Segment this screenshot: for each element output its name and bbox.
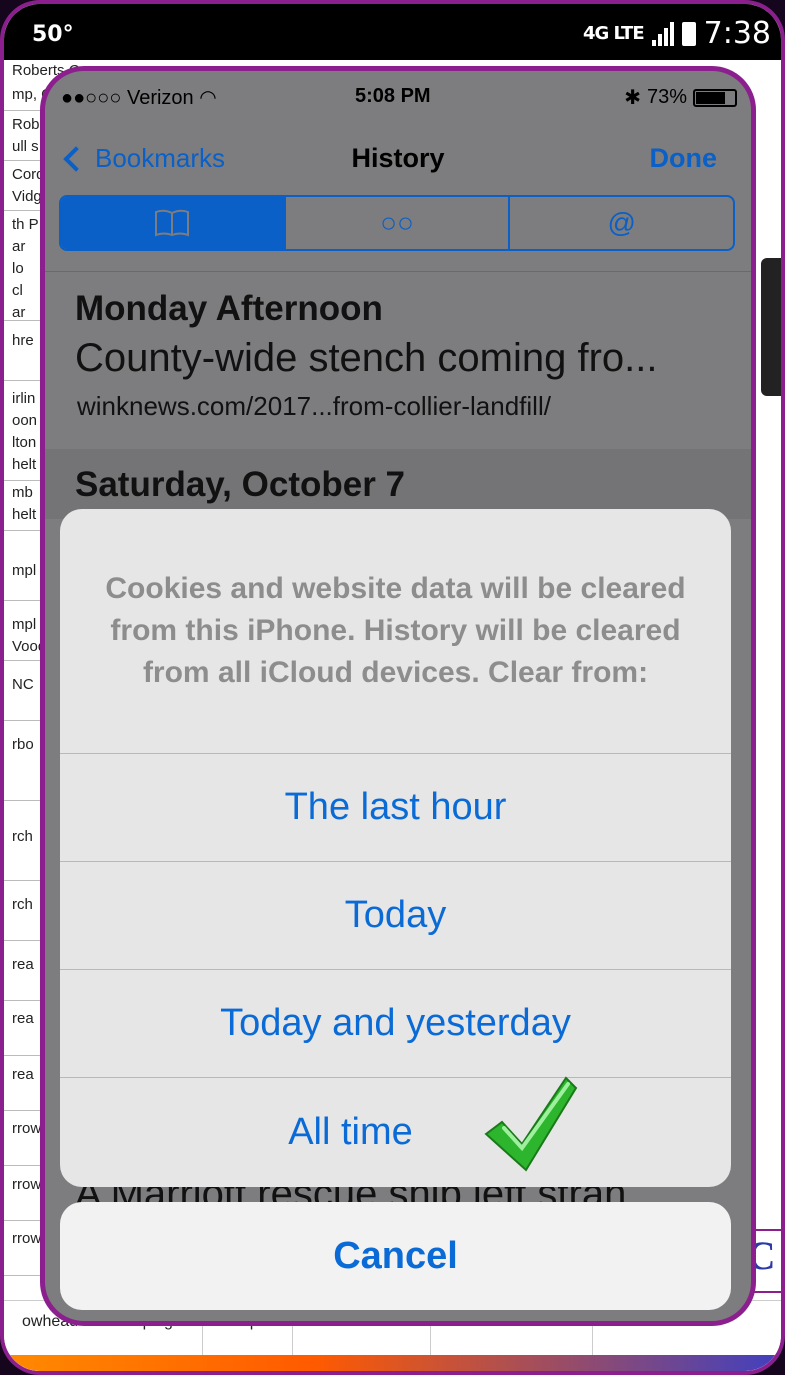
background-dark-panel — [761, 258, 781, 396]
history-item-title[interactable]: County-wide stench coming fro... — [75, 336, 657, 381]
battery-icon — [693, 88, 737, 107]
section-header: Saturday, October 7 — [75, 465, 406, 504]
battery-icon — [681, 21, 696, 46]
wifi-icon: ◠ — [199, 87, 217, 109]
navigation-bar: Bookmarks History Done — [45, 121, 751, 199]
option-all-time[interactable]: All time — [60, 1076, 731, 1186]
ios-status-bar: ●●○○○ Verizon ◠ 5:08 PM ✱ 73% — [45, 71, 751, 121]
network-indicator: 4G LTE — [582, 23, 645, 44]
option-today[interactable]: Today — [60, 862, 731, 970]
outer-status-bar: 50° 4G LTE 7:38 — [4, 4, 781, 60]
option-today-yesterday[interactable]: Today and yesterday — [60, 970, 731, 1078]
bookmarks-segmented-control: ○○ @ — [59, 195, 735, 251]
action-sheet-message: Cookies and website data will be cleared… — [60, 509, 731, 754]
battery-percent: 73% — [646, 86, 687, 108]
tab-reading-list[interactable]: ○○ — [286, 197, 511, 249]
carrier-label: ●●○○○ Verizon ◠ — [61, 87, 217, 109]
bluetooth-icon: ✱ — [624, 87, 641, 109]
signal-icon — [651, 21, 674, 46]
page-title: History — [351, 143, 445, 173]
checkmark-icon — [484, 1076, 578, 1172]
option-last-hour[interactable]: The last hour — [60, 754, 731, 862]
done-button[interactable]: Done — [650, 143, 718, 174]
glasses-icon: ○○ — [380, 207, 414, 238]
ios-clock: 5:08 PM — [355, 85, 431, 107]
bottom-accent-strip — [4, 1355, 781, 1371]
temperature-label: 50° — [32, 22, 74, 47]
tab-bookmarks[interactable] — [61, 197, 286, 249]
section-header: Monday Afternoon — [75, 289, 383, 328]
battery-status: ✱ 73% — [624, 85, 737, 110]
iphone-safari-history-screen: ●●○○○ Verizon ◠ 5:08 PM ✱ 73% Bookmarks … — [40, 66, 756, 1326]
option-all-time-label: All time — [288, 1110, 413, 1153]
tab-shared-links[interactable]: @ — [510, 197, 733, 249]
history-item-url: winknews.com/2017...from-collier-landfil… — [77, 391, 551, 421]
outer-clock: 7:38 — [703, 16, 771, 51]
book-icon — [155, 209, 190, 237]
cancel-button[interactable]: Cancel — [60, 1202, 731, 1310]
divider — [45, 271, 751, 272]
at-icon: @ — [607, 207, 636, 238]
clear-history-action-sheet: Cookies and website data will be cleared… — [60, 509, 731, 1187]
